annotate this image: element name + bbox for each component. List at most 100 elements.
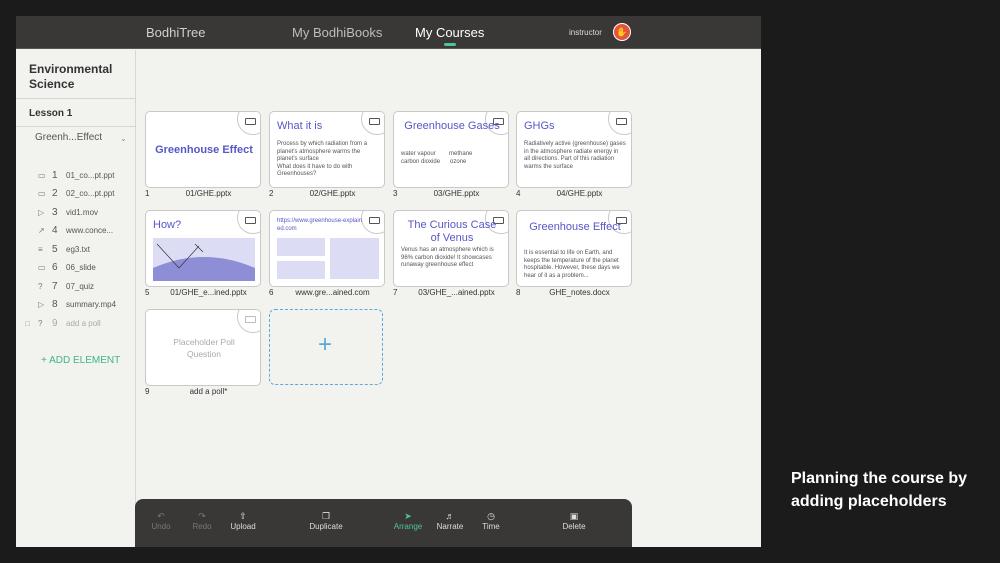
card-number: 5 — [145, 288, 150, 297]
sidebar-item-4[interactable]: ↗ 4 www.conce... — [38, 225, 113, 239]
narrate-button[interactable]: ♬ Narrate — [428, 510, 472, 531]
cursor-icon: ➤ — [404, 511, 412, 521]
card-title: Greenhouse Effect — [155, 144, 253, 156]
card-title: How? — [153, 219, 182, 231]
card-number: 4 — [516, 189, 521, 198]
plus-icon: + — [318, 331, 333, 358]
user-role-label: instructor — [569, 28, 602, 37]
doc-card-8[interactable]: Greenhouse Effect It is essential to lif… — [516, 210, 632, 287]
upload-button[interactable]: ⇧ Upload — [221, 510, 265, 531]
slides-icon: ▭ — [38, 189, 46, 198]
card-number: 7 — [393, 288, 398, 297]
redo-icon: ↷ — [198, 511, 206, 521]
sidebar-item-1[interactable]: ▭ 1 01_co...pt.ppt — [38, 170, 114, 184]
card-body: Venus has an atmosphere which is 96% car… — [401, 247, 494, 268]
card-filename: add a poll* — [189, 387, 228, 396]
sidebar-item-8[interactable]: ▷ 8 summary.mp4 — [38, 299, 116, 313]
card-number: 8 — [516, 288, 521, 297]
slide-caption: Planning the course by adding placeholde… — [791, 470, 968, 510]
quiz-icon: ? — [38, 282, 43, 291]
card-body: water vapour methane carbon dioxide ozon… — [401, 151, 473, 165]
poll-placeholder-card[interactable]: Placeholder Poll Question — [145, 309, 261, 386]
clock-icon: ◷ — [487, 511, 495, 521]
nav-my-bodhibooks[interactable]: My BodhiBooks — [292, 25, 382, 40]
slide-card-3[interactable]: Greenhouse Gases water vapour methane ca… — [393, 111, 509, 188]
speaker-icon: ♬ — [445, 511, 455, 521]
undo-icon: ↶ — [157, 511, 165, 521]
delete-button[interactable]: ▣ Delete — [552, 510, 596, 531]
link-icon: ↗ — [38, 226, 45, 235]
card-number: 9 — [145, 387, 150, 396]
card-filename: 03/GHE_...ained.pptx — [418, 288, 495, 297]
card-body: It is essential to life on Earth, and ke… — [524, 250, 620, 279]
card-type-badge — [237, 112, 260, 135]
card-number: 6 — [269, 288, 274, 297]
lesson-title[interactable]: Lesson 1 — [29, 108, 72, 119]
nav-my-courses[interactable]: My Courses — [415, 25, 484, 40]
slides-icon: ▭ — [38, 263, 46, 272]
card-type-badge — [361, 112, 384, 135]
arrange-button[interactable]: ➤ Arrange — [386, 510, 430, 531]
brand-logo[interactable]: BodhiTree — [146, 25, 206, 40]
poll-icon — [245, 316, 256, 323]
card-title: Placeholder Poll Question — [173, 337, 235, 359]
link-card-6[interactable]: https://www.greenhouse-explained.com — [269, 210, 385, 287]
card-type-badge — [237, 211, 260, 234]
card-filename: 01/GHE_e...ined.pptx — [170, 288, 247, 297]
course-sidebar: Environmental Science Lesson 1 Greenh...… — [16, 50, 136, 547]
redo-button[interactable]: ↷ Redo — [180, 510, 224, 531]
undo-button[interactable]: ↶ Undo — [139, 510, 183, 531]
slide-card-7[interactable]: The Curious Case of Venus Venus has an a… — [393, 210, 509, 287]
trash-icon: ▣ — [569, 511, 579, 521]
card-number: 2 — [269, 189, 274, 198]
sidebar-item-3[interactable]: ▷ 3 vid1.mov — [38, 207, 98, 221]
play-icon: ▷ — [38, 300, 45, 309]
sidebar-item-2[interactable]: ▭ 2 02_co...pt.ppt — [38, 188, 114, 202]
card-title: The Curious Case of Venus — [407, 219, 497, 244]
card-number: 3 — [393, 189, 398, 198]
card-url: https://www.greenhouse-explained.com — [277, 218, 363, 232]
duplicate-button[interactable]: ❐ Duplicate — [304, 510, 348, 531]
sidebar-item-5[interactable]: ≡ 5 eg3.txt — [38, 244, 90, 258]
sidebar-divider — [16, 126, 135, 127]
avatar[interactable]: ✋ — [613, 23, 631, 41]
poll-placeholder-icon: □ — [25, 319, 30, 328]
sidebar-item-6[interactable]: ▭ 6 06_slide — [38, 262, 96, 276]
sidebar-divider — [16, 98, 135, 99]
card-title: Greenhouse Gases — [404, 120, 500, 132]
time-button[interactable]: ◷ Time — [469, 510, 513, 531]
play-icon: ▷ — [38, 208, 45, 217]
placeholder-block — [277, 238, 325, 256]
slide-card-2[interactable]: What it is Process by which radiation fr… — [269, 111, 385, 188]
text-icon: ≡ — [38, 245, 43, 254]
chevron-down-icon[interactable]: ⌄ — [120, 134, 127, 143]
slides-icon — [616, 118, 627, 125]
add-card-button[interactable]: + — [269, 309, 383, 385]
duplicate-icon: ❐ — [321, 511, 331, 521]
quiz-icon: ? — [38, 319, 43, 328]
sidebar-item-9[interactable]: ? 9 add a poll — [38, 318, 101, 332]
card-body: Radiatively active (greenhouse) gases in… — [524, 141, 626, 170]
top-navbar: BodhiTree My BodhiBooks My Courses instr… — [16, 16, 761, 49]
slides-icon — [369, 118, 380, 125]
slides-icon — [245, 217, 256, 224]
sidebar-item-7[interactable]: ? 7 07_quiz — [38, 281, 94, 295]
active-nav-indicator — [444, 43, 456, 46]
add-element-button[interactable]: + ADD ELEMENT — [41, 355, 120, 366]
upload-icon: ⇧ — [239, 511, 247, 521]
slide-card-4[interactable]: GHGs Radiatively active (greenhouse) gas… — [516, 111, 632, 188]
card-type-badge — [608, 112, 631, 135]
bottom-toolbar: ↶ Undo ↷ Redo ⇧ Upload ❐ Duplicate ➤ Arrange … — [135, 499, 632, 547]
card-filename: 04/GHE.pptx — [556, 189, 603, 198]
slides-icon — [245, 118, 256, 125]
card-title: Greenhouse Effect — [529, 221, 621, 233]
lesson-group-dropdown[interactable]: Greenh...Effect — [35, 132, 102, 143]
card-filename: GHE_notes.docx — [549, 288, 610, 297]
slide-card-1[interactable]: Greenhouse Effect — [145, 111, 261, 188]
card-number: 1 — [145, 189, 150, 198]
card-filename: 02/GHE.pptx — [309, 189, 356, 198]
slides-icon: ▭ — [38, 171, 46, 180]
placeholder-block — [330, 238, 379, 279]
slide-card-5[interactable]: How? — [145, 210, 261, 287]
card-filename: www.gre...ained.com — [295, 288, 370, 297]
